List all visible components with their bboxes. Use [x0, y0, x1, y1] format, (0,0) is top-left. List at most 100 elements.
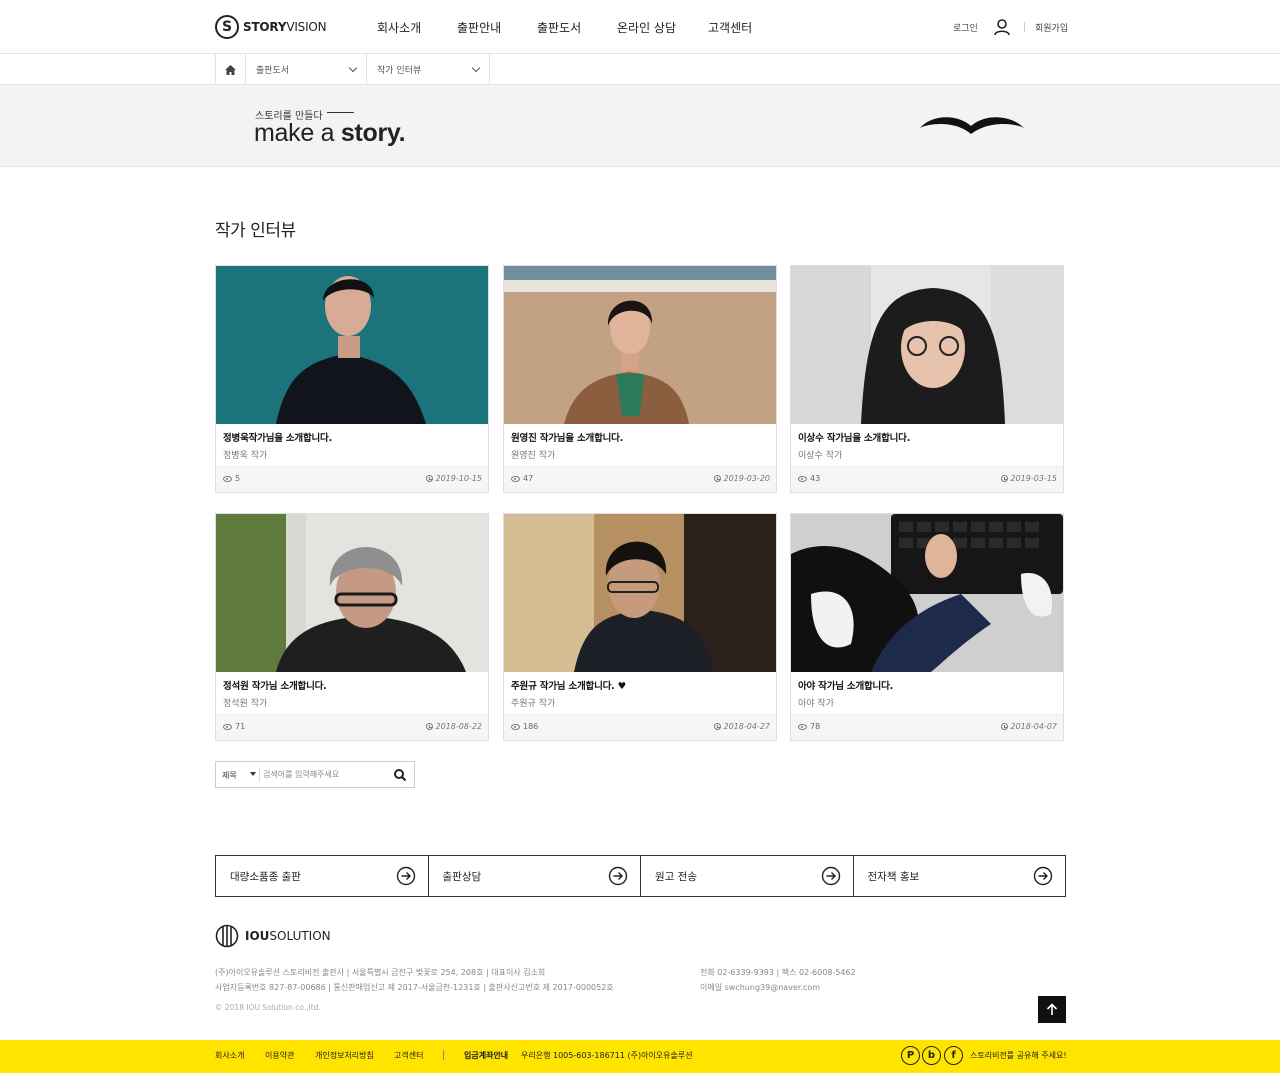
page-banner: [0, 85, 1280, 167]
arrow-right-circle-icon: [608, 866, 628, 886]
quick-link-bulk-publishing[interactable]: 대량소품종 출판: [216, 856, 429, 896]
card-footer: 43 2019-03-15: [791, 465, 1063, 492]
card-date: 2018-04-27: [713, 722, 770, 731]
user-icon[interactable]: [993, 18, 1011, 36]
breadcrumb: [0, 54, 1280, 85]
home-button[interactable]: [215, 54, 246, 85]
bank-info: 우리은행 1005-603-186711 (주)아이오유솔루션: [521, 1051, 693, 1060]
util-divider: [1024, 22, 1025, 32]
interview-card[interactable]: 정석원 작가님 소개합니다. 정석원 작가 71 2018-08-22: [215, 513, 489, 741]
card-views: 186: [511, 722, 538, 731]
home-icon: [225, 64, 236, 75]
interview-card[interactable]: 정병욱작가님을 소개합니다. 정병욱 작가 5 2019-10-15: [215, 265, 489, 493]
card-title: 정병욱작가님을 소개합니다.: [223, 433, 332, 444]
card-date: 2019-03-15: [1000, 474, 1057, 483]
card-title: 주원규 작가님 소개합니다. ♥: [511, 681, 626, 692]
logo-mark-icon: S: [215, 15, 239, 39]
nav-books[interactable]: 출판도서: [537, 19, 581, 36]
share-text: 스토리비전를 공유해 주세요!: [970, 1051, 1067, 1060]
card-footer: 78 2018-04-07: [791, 713, 1063, 740]
quick-link-manuscript-upload[interactable]: 원고 전송: [641, 856, 854, 896]
pinterest-icon[interactable]: P: [901, 1046, 920, 1065]
author-photo: [791, 266, 1063, 424]
card-title: 정석원 작가님 소개합니다.: [223, 681, 327, 692]
nav-online-consult[interactable]: 온라인 상담: [617, 19, 676, 36]
blog-icon[interactable]: b: [922, 1046, 941, 1065]
logo-text: STORYVISION: [243, 20, 327, 34]
facebook-icon[interactable]: f: [944, 1046, 963, 1065]
eye-icon: [798, 723, 807, 730]
login-link[interactable]: 로그인: [953, 21, 978, 34]
card-views: 43: [798, 474, 820, 483]
eye-icon: [511, 475, 520, 482]
bottom-link-privacy[interactable]: 개인정보처리방침: [315, 1050, 374, 1061]
scroll-top-button[interactable]: [1038, 996, 1066, 1023]
card-author: 아야 작가: [798, 699, 834, 709]
quick-link-label: 대량소품종 출판: [230, 871, 301, 883]
bank-label: 입금계좌안내: [464, 1051, 509, 1060]
clock-icon: [713, 723, 721, 730]
contact-info: 전화 02-6339-9393 | 팩스 02-6008-5462 이메일 sw…: [700, 965, 856, 995]
arrow-right-circle-icon: [1033, 866, 1053, 886]
clock-icon: [713, 475, 721, 482]
quick-link-ebook-promo[interactable]: 전자책 홍보: [854, 856, 1066, 896]
eye-icon: [511, 723, 520, 730]
caret-down-icon[interactable]: [250, 772, 256, 776]
quick-link-label: 전자책 홍보: [867, 871, 920, 883]
join-link[interactable]: 회원가입: [1035, 21, 1068, 34]
arrow-up-icon: [1046, 1003, 1058, 1015]
iou-logo-icon: [215, 924, 239, 948]
arrow-right-circle-icon: [821, 866, 840, 886]
clock-icon: [1000, 723, 1008, 730]
page-title: 작가 인터뷰: [215, 221, 296, 241]
interview-card[interactable]: 원영진 작가님을 소개합니다. 원영진 작가 47 2019-03-20: [503, 265, 777, 493]
nav-publishing-guide[interactable]: 출판안내: [457, 19, 501, 36]
quick-link-label: 원고 전송: [655, 871, 697, 883]
card-author: 정병욱 작가: [223, 451, 268, 461]
chevron-down-icon: [348, 63, 358, 73]
card-title: 원영진 작가님을 소개합니다.: [511, 433, 624, 444]
author-photo: [791, 514, 1063, 672]
breadcrumb-subcategory-select[interactable]: 작가 인터뷰: [367, 54, 490, 85]
card-title: 이상수 작가님을 소개합니다.: [798, 433, 911, 444]
search-divider: [259, 768, 260, 782]
card-footer: 47 2019-03-20: [504, 465, 776, 492]
card-date: 2019-03-20: [713, 474, 770, 483]
author-photo: [504, 514, 776, 672]
arrow-right-circle-icon: [396, 866, 415, 886]
bottom-link-terms[interactable]: 이용약관: [265, 1050, 294, 1061]
quick-link-publishing-consult[interactable]: 출판상담: [429, 856, 641, 896]
breadcrumb-category-select[interactable]: 출판도서: [246, 54, 367, 85]
interview-card[interactable]: 아야 작가님 소개합니다. 아야 작가 78 2018-04-07: [790, 513, 1064, 741]
site-logo[interactable]: S STORYVISION: [215, 14, 327, 40]
card-views: 78: [798, 722, 820, 731]
search-icon[interactable]: [392, 767, 408, 783]
phone-fax: 전화 02-6339-9393 | 팩스 02-6008-5462: [700, 968, 856, 977]
card-date: 2019-10-15: [425, 474, 482, 483]
card-views: 47: [511, 474, 533, 483]
bottom-divider: [443, 1050, 444, 1060]
card-title: 아야 작가님 소개합니다.: [798, 681, 894, 692]
nav-company[interactable]: 회사소개: [377, 19, 421, 36]
interview-card[interactable]: 이상수 작가님을 소개합니다. 이상수 작가 43 2019-03-15: [790, 265, 1064, 493]
copyright: © 2018 IOU Solution co.,ltd.: [215, 1003, 321, 1012]
card-date: 2018-04-07: [1000, 722, 1057, 731]
search-form: 제목: [215, 761, 415, 788]
clock-icon: [425, 723, 433, 730]
card-author: 원영진 작가: [511, 451, 556, 461]
card-views: 5: [223, 474, 240, 483]
banner-slogan: make a story.: [254, 119, 406, 147]
interview-card[interactable]: 주원규 작가님 소개합니다. ♥ 주원규 작가 186 2018-04-27: [503, 513, 777, 741]
search-input[interactable]: [263, 765, 388, 784]
author-photo: [216, 266, 488, 424]
nav-customer-center[interactable]: 고객센터: [708, 19, 752, 36]
clock-icon: [425, 475, 433, 482]
bottom-link-support[interactable]: 고객센터: [394, 1050, 423, 1061]
eye-icon: [223, 475, 232, 482]
footer-logo: IOUSOLUTION: [215, 924, 331, 948]
search-field-select[interactable]: 제목: [222, 770, 237, 781]
card-footer: 5 2019-10-15: [216, 465, 488, 492]
quick-links: 대량소품종 출판 출판상담 원고 전송 전자책 홍보: [215, 855, 1066, 897]
bottom-link-company[interactable]: 회사소개: [215, 1050, 244, 1061]
company-info-line: (주)아이오유솔루션 스토리비전 출판사 | 서울특별시 금천구 벚꽃로 254…: [215, 968, 546, 977]
